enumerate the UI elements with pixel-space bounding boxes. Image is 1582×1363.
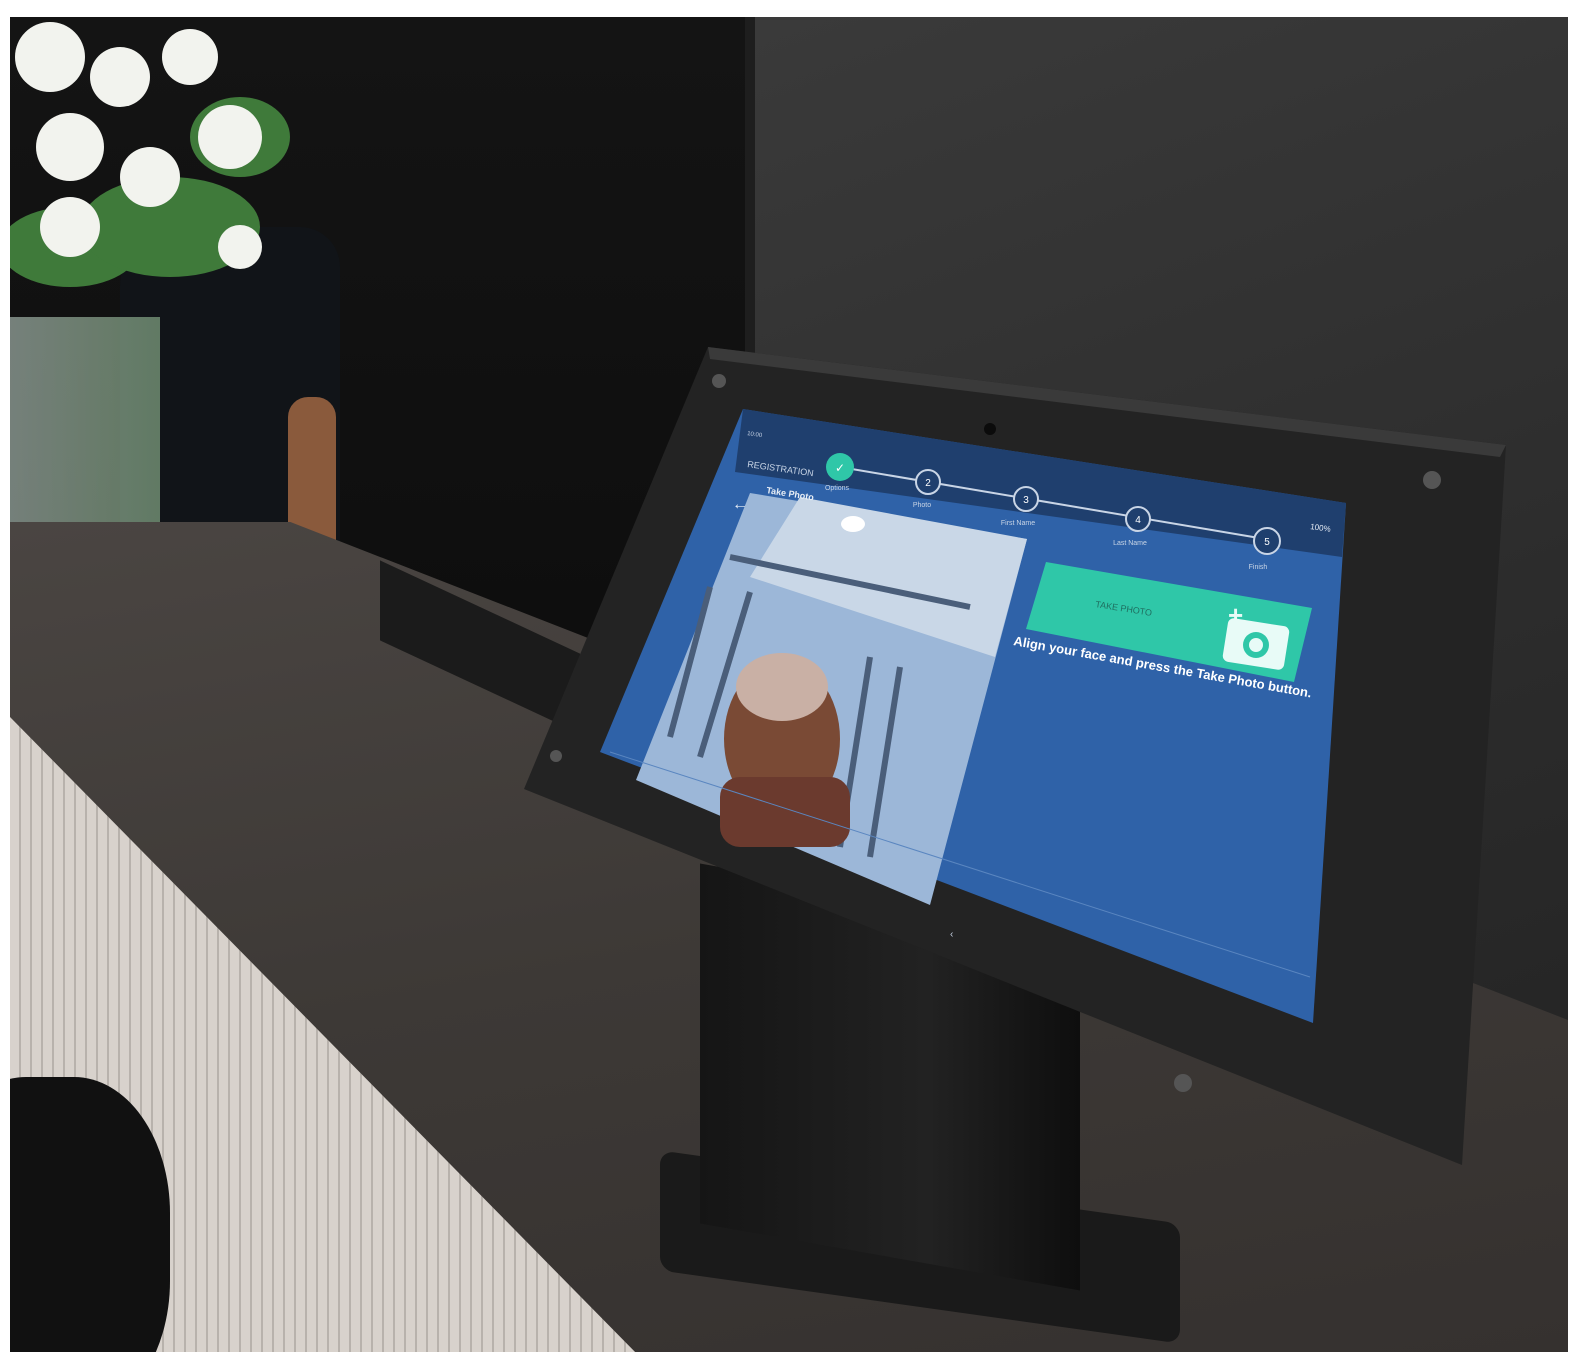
step-5-label: Finish xyxy=(1249,564,1268,571)
ceiling-light xyxy=(841,516,865,532)
step-4-label: Last Name xyxy=(1113,540,1147,547)
step-5-number: 5 xyxy=(1264,537,1270,548)
step-2-label: Photo xyxy=(913,502,931,509)
svg-text:+: + xyxy=(1228,600,1243,630)
front-camera xyxy=(984,423,996,435)
step-1-label: Options xyxy=(825,485,850,492)
step-1-number: ✓ xyxy=(835,461,845,475)
kiosk: ✓ Options 2 Photo 3 First Name 4 Last Na… xyxy=(524,347,1506,1165)
step-2-number: 2 xyxy=(925,478,931,489)
back-arrow-icon[interactable]: ← xyxy=(732,496,748,513)
nav-chevron-icon[interactable]: ‹ xyxy=(950,929,953,940)
step-3-number: 3 xyxy=(1023,495,1029,506)
step-4-number: 4 xyxy=(1135,515,1141,526)
photo-scene: ✓ Options 2 Photo 3 First Name 4 Last Na… xyxy=(10,17,1568,1352)
step-3-label: First Name xyxy=(1001,520,1035,527)
